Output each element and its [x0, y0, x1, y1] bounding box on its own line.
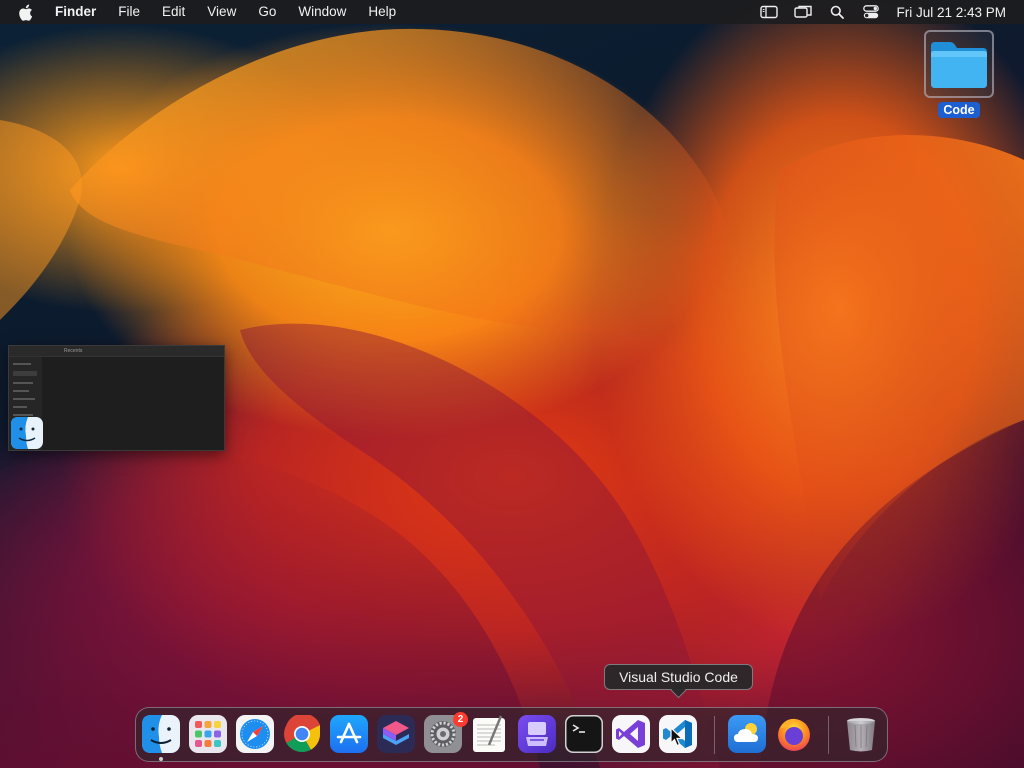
menu-view[interactable]: View: [196, 0, 247, 24]
menu-app-name[interactable]: Finder: [44, 0, 107, 24]
desktop-folder-code[interactable]: Code: [922, 30, 996, 119]
finder-icon: [142, 715, 180, 753]
firefox-icon: [778, 718, 810, 751]
dock-separator: [828, 716, 829, 754]
terminal-icon: [565, 715, 603, 753]
running-indicator: [159, 757, 163, 761]
notification-badge: 2: [453, 712, 468, 727]
menu-bar: Finder File Edit View Go Window Help Fri…: [0, 0, 1024, 24]
dock-item-app-store[interactable]: [330, 715, 368, 753]
dock-item-system-settings[interactable]: 2: [424, 712, 468, 753]
menu-edit[interactable]: Edit: [151, 0, 196, 24]
weather-icon: [728, 715, 766, 753]
dock-item-weather[interactable]: [728, 715, 766, 753]
menu-window[interactable]: Window: [287, 0, 357, 24]
dock-item-chrome[interactable]: [283, 713, 321, 753]
menu-go[interactable]: Go: [247, 0, 287, 24]
dock-item-simulator[interactable]: [518, 715, 556, 753]
folder-selection-box[interactable]: [924, 30, 994, 98]
dock-item-safari[interactable]: [236, 715, 274, 753]
dock-tooltip: Visual Studio Code: [604, 664, 753, 690]
dock-item-launchpad[interactable]: [189, 715, 227, 753]
menu-file[interactable]: File: [107, 0, 151, 24]
textedit-icon: [473, 715, 505, 752]
dock-separator: [714, 716, 715, 754]
simulator-icon: [518, 715, 556, 753]
mouse-cursor-icon: [670, 727, 684, 747]
dock-item-textedit[interactable]: [471, 715, 509, 753]
dock-item-finder[interactable]: [142, 715, 180, 753]
finder-app-badge-icon: [11, 417, 43, 449]
chrome-icon: [284, 713, 320, 753]
dock-item-terminal[interactable]: [565, 715, 603, 753]
finder-window-thumbnail[interactable]: Recents: [8, 345, 225, 451]
sidebar-icon[interactable]: [752, 0, 786, 24]
visual-studio-icon: [612, 715, 650, 753]
screen-mirroring-icon[interactable]: [786, 0, 820, 24]
dock: 2: [135, 707, 888, 762]
shortcuts-icon: [377, 715, 415, 753]
trash-icon: [847, 718, 875, 752]
app-store-icon: [330, 715, 368, 753]
folder-icon: [931, 42, 987, 88]
control-center-icon[interactable]: [854, 0, 888, 24]
safari-icon: [236, 715, 274, 753]
dock-item-visual-studio[interactable]: [612, 715, 650, 753]
dock-item-trash[interactable]: [842, 715, 880, 753]
apple-menu-icon[interactable]: [14, 0, 36, 24]
menu-clock[interactable]: Fri Jul 21 2:43 PM: [888, 5, 1024, 20]
dock-item-shortcuts[interactable]: [377, 715, 415, 753]
thumbnail-title: Recents: [64, 348, 83, 354]
dock-item-firefox[interactable]: [775, 715, 813, 753]
menu-help[interactable]: Help: [357, 0, 407, 24]
folder-label[interactable]: Code: [938, 102, 980, 118]
spotlight-search-icon[interactable]: [820, 0, 854, 24]
launchpad-icon: [189, 715, 227, 753]
thumbnail-titlebar: Recents: [9, 346, 224, 357]
